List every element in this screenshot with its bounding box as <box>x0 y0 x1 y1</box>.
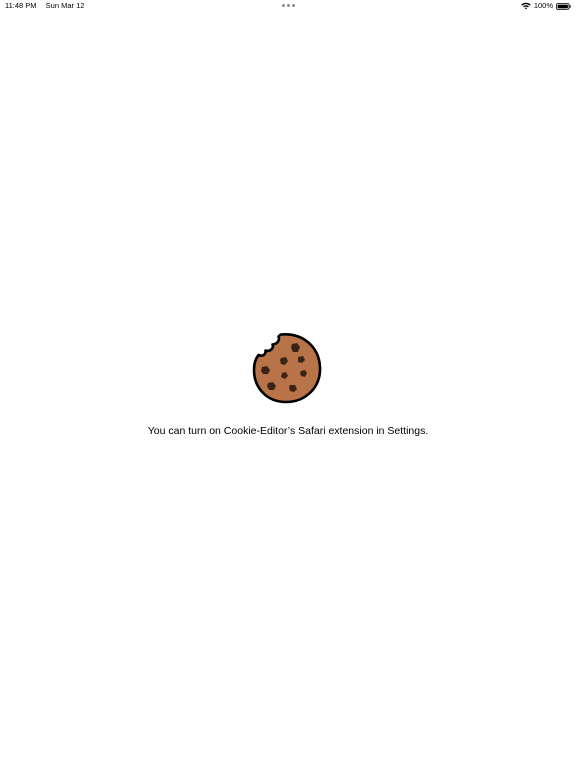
extension-hint-message: You can turn on Cookie-Editor’s Safari e… <box>147 425 429 437</box>
app-screen: 11:48 PM Sun Mar 12 100% You can turn on… <box>0 0 576 768</box>
main-content: You can turn on Cookie-Editor’s Safari e… <box>0 0 576 768</box>
cookie-icon <box>251 331 323 405</box>
